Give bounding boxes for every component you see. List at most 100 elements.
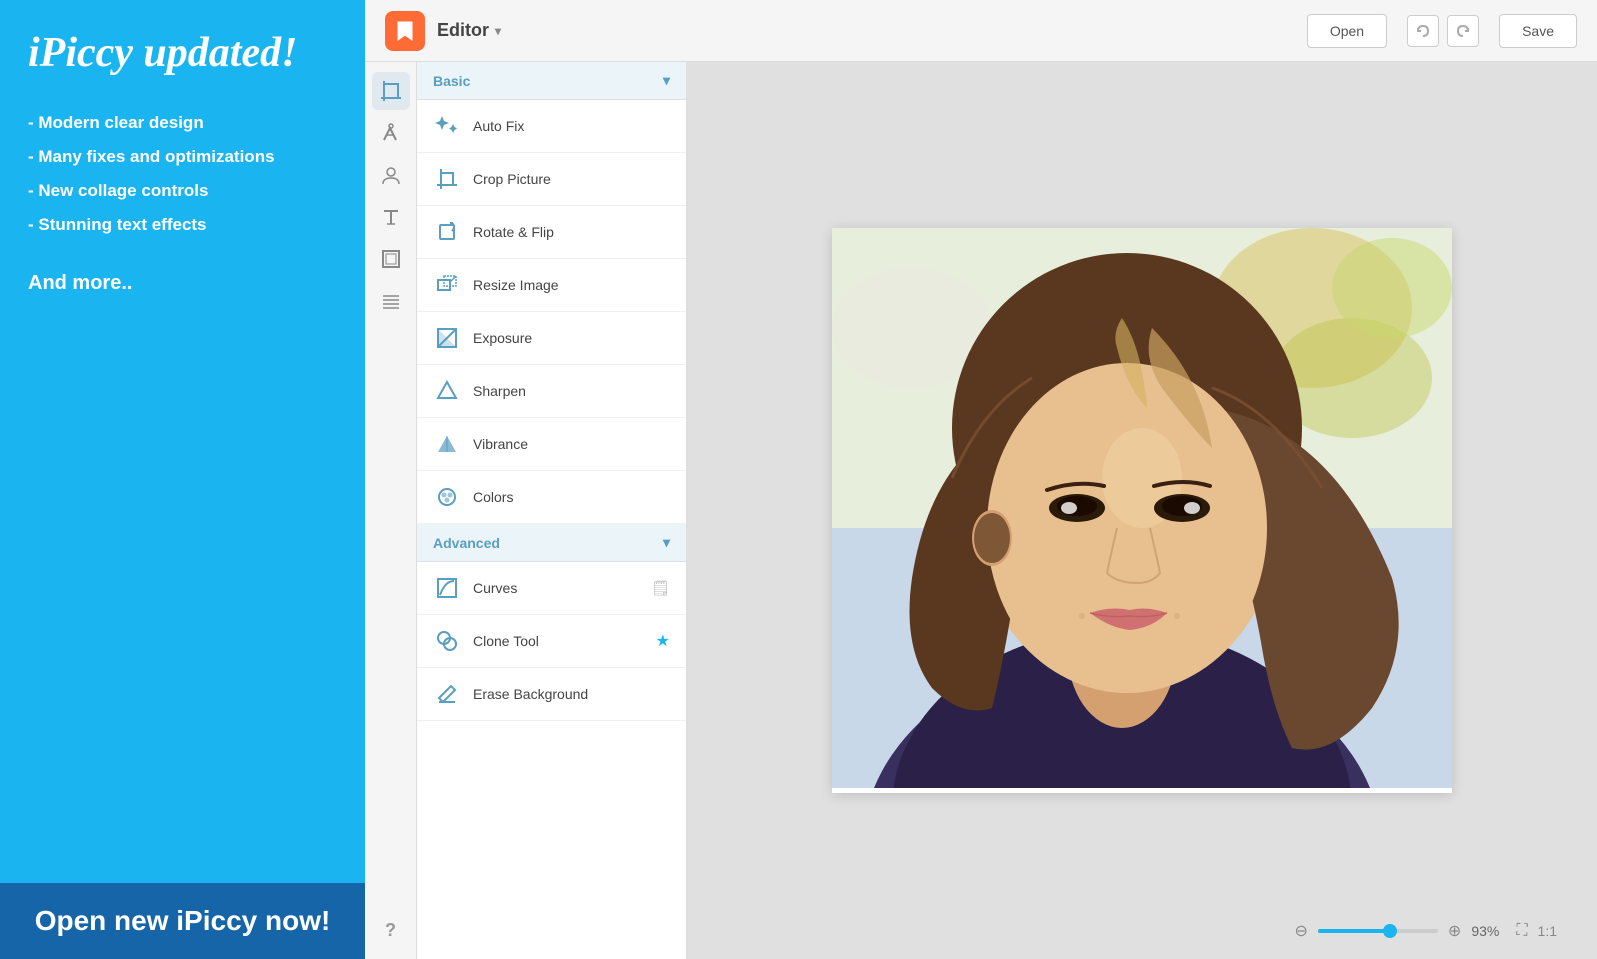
toolbar-center: Open Save <box>501 14 1577 48</box>
exposure-item[interactable]: Exposure <box>417 312 686 365</box>
promo-list: - Modern clear design - Many fixes and o… <box>28 106 337 242</box>
promo-list-item-2: - Many fixes and optimizations <box>28 140 337 174</box>
promo-cta-button[interactable]: Open new iPiccy now! <box>0 883 365 959</box>
texture-tool-button[interactable] <box>372 282 410 320</box>
undo-icon <box>1415 23 1431 39</box>
erase-background-label: Erase Background <box>473 686 670 702</box>
redo-button[interactable] <box>1447 15 1479 47</box>
rotate-flip-icon <box>433 218 461 246</box>
editor-title-button[interactable]: Editor ▾ <box>437 20 501 41</box>
crop-svg-icon <box>435 167 459 191</box>
promo-list-item-1: - Modern clear design <box>28 106 337 140</box>
open-button[interactable]: Open <box>1307 14 1387 48</box>
promo-panel: iPiccy updated! - Modern clear design - … <box>0 0 365 959</box>
tool-panel: Basic ▾ Auto Fix <box>417 62 687 959</box>
retouch-tool-button[interactable] <box>372 114 410 152</box>
toolbar-left: Editor ▾ <box>385 11 501 51</box>
zoom-out-icon[interactable]: ⊖ <box>1295 921 1308 941</box>
zoom-ratio-label[interactable]: 1:1 <box>1538 923 1557 939</box>
text-tool-icon <box>380 206 402 228</box>
crop-tool-icon <box>380 80 402 102</box>
save-button[interactable]: Save <box>1499 14 1577 48</box>
editor-label: Editor <box>437 20 489 41</box>
exposure-label: Exposure <box>473 330 670 346</box>
vibrance-label: Vibrance <box>473 436 670 452</box>
clone-tool-item[interactable]: Clone Tool ★ <box>417 615 686 668</box>
resize-image-icon <box>433 271 461 299</box>
vibrance-item[interactable]: Vibrance <box>417 418 686 471</box>
bookmark-icon <box>394 20 416 42</box>
auto-fix-label: Auto Fix <box>473 118 670 134</box>
rotate-flip-item[interactable]: Rotate & Flip <box>417 206 686 259</box>
sharpen-svg-icon <box>435 379 459 403</box>
frame-tool-icon <box>380 248 402 270</box>
clone-tool-icon <box>433 627 461 655</box>
curves-item[interactable]: Curves 🗒 <box>417 562 686 615</box>
retouch-tool-icon <box>380 122 402 144</box>
rotate-flip-label: Rotate & Flip <box>473 224 670 240</box>
crop-picture-icon <box>433 165 461 193</box>
erase-background-icon <box>433 680 461 708</box>
crop-picture-item[interactable]: Crop Picture <box>417 153 686 206</box>
sharpen-icon <box>433 377 461 405</box>
undo-button[interactable] <box>1407 15 1439 47</box>
advanced-chevron-icon: ▾ <box>663 534 670 551</box>
erase-svg-icon <box>435 682 459 706</box>
portrait-tool-icon <box>380 164 402 186</box>
side-toolbar: ? <box>365 62 417 959</box>
crop-tool-button[interactable] <box>372 72 410 110</box>
basic-chevron-icon: ▾ <box>663 72 670 89</box>
clone-tool-label: Clone Tool <box>473 633 644 649</box>
resize-svg-icon <box>435 273 459 297</box>
zoom-slider[interactable] <box>1318 929 1438 933</box>
basic-section-header[interactable]: Basic ▾ <box>417 62 686 100</box>
canvas-image <box>832 228 1452 788</box>
promo-list-item-3: - New collage controls <box>28 174 337 208</box>
promo-more: And more.. <box>28 272 337 295</box>
auto-fix-item[interactable]: Auto Fix <box>417 100 686 153</box>
top-bar: Editor ▾ Open <box>365 0 1597 62</box>
promo-list-item-4: - Stunning text effects <box>28 208 337 242</box>
basic-section-label: Basic <box>433 73 470 89</box>
colors-label: Colors <box>473 489 670 505</box>
zoom-in-icon[interactable]: ⊕ <box>1448 921 1461 941</box>
auto-fix-icon <box>433 112 461 140</box>
app-icon[interactable] <box>385 11 425 51</box>
undo-redo-group <box>1407 15 1479 47</box>
sharpen-label: Sharpen <box>473 383 670 399</box>
canvas-area: ⊖ ⊕ 93% ⛶ 1:1 <box>687 62 1597 959</box>
zoom-fullscreen-icon[interactable]: ⛶ <box>1516 922 1527 940</box>
advanced-section-header[interactable]: Advanced ▾ <box>417 524 686 562</box>
portrait-tool-button[interactable] <box>372 156 410 194</box>
zoom-slider-thumb[interactable] <box>1383 924 1397 938</box>
resize-image-item[interactable]: Resize Image <box>417 259 686 312</box>
resize-image-label: Resize Image <box>473 277 670 293</box>
editor-body: ? Basic ▾ Auto Fix <box>365 62 1597 959</box>
help-button[interactable]: ? <box>372 911 410 949</box>
rotate-svg-icon <box>435 220 459 244</box>
promo-title: iPiccy updated! <box>28 30 337 76</box>
texture-tool-icon <box>380 290 402 312</box>
colors-icon <box>433 483 461 511</box>
sharpen-item[interactable]: Sharpen <box>417 365 686 418</box>
curves-label: Curves <box>473 580 639 596</box>
curves-svg-icon <box>435 576 459 600</box>
canvas-container <box>832 228 1452 793</box>
vibrance-svg-icon <box>435 432 459 456</box>
clone-star-icon: ★ <box>656 631 670 651</box>
curves-clipboard-icon: 🗒 <box>651 579 670 597</box>
crop-picture-label: Crop Picture <box>473 171 670 187</box>
exposure-svg-icon <box>435 326 459 350</box>
curves-icon <box>433 574 461 602</box>
frame-tool-button[interactable] <box>372 240 410 278</box>
advanced-section-label: Advanced <box>433 535 500 551</box>
exposure-icon <box>433 324 461 352</box>
colors-item[interactable]: Colors <box>417 471 686 524</box>
text-tool-button[interactable] <box>372 198 410 236</box>
vibrance-icon <box>433 430 461 458</box>
zoom-slider-fill <box>1318 929 1390 933</box>
erase-background-item[interactable]: Erase Background <box>417 668 686 721</box>
clone-svg-icon <box>435 629 459 653</box>
autofix-svg-icon <box>435 114 459 138</box>
editor-area: Editor ▾ Open <box>365 0 1597 959</box>
